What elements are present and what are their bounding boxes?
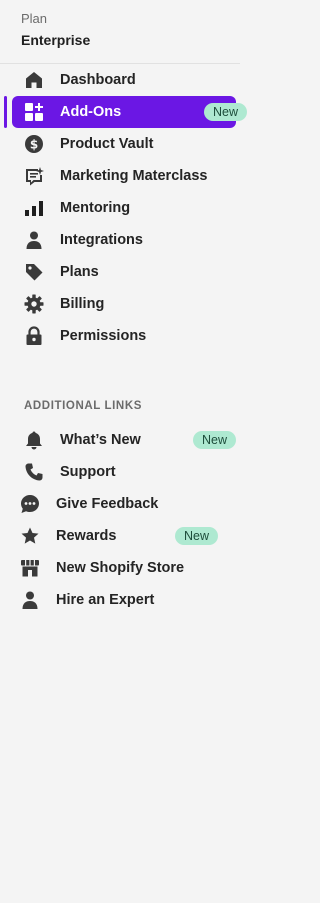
sidebar-item-label: Integrations [60, 232, 143, 248]
tag-icon [24, 262, 44, 282]
sidebar-item-label: Add-Ons [60, 104, 122, 120]
plan-label: Plan [21, 11, 48, 26]
new-badge: New [175, 527, 219, 545]
sidebar-item-add-ons[interactable]: Add-Ons New [0, 96, 248, 128]
sidebar-item-billing[interactable]: Billing [0, 288, 240, 320]
speech-bubble-icon [24, 166, 44, 186]
sidebar-item-label: Support [60, 464, 116, 480]
plan-value: Enterprise [21, 32, 91, 48]
signal-bars-icon [24, 198, 44, 218]
sidebar-item-mentoring[interactable]: Mentoring [0, 192, 240, 224]
sidebar-item-label: Marketing Materclass [60, 168, 208, 184]
link-whats-new[interactable]: What’s New New [0, 424, 240, 456]
sidebar-item-label: Rewards [56, 528, 117, 544]
link-give-feedback[interactable]: Give Feedback [0, 488, 240, 520]
sidebar-item-label: Give Feedback [56, 496, 159, 512]
lock-icon [24, 326, 44, 346]
svg-text:$: $ [30, 138, 38, 152]
sidebar-item-product-vault[interactable]: $ Product Vault [0, 128, 240, 160]
home-icon [24, 70, 44, 90]
link-new-shopify-store[interactable]: New Shopify Store [0, 552, 240, 584]
person-icon [24, 230, 44, 250]
sidebar-item-permissions[interactable]: Permissions [0, 320, 240, 352]
sidebar-item-label: Permissions [60, 328, 147, 344]
link-rewards[interactable]: Rewards New [0, 520, 240, 552]
sidebar-item-label: Mentoring [60, 200, 131, 216]
star-icon [20, 526, 40, 546]
sidebar-item-marketing-masterclass[interactable]: Marketing Materclass [0, 160, 240, 192]
gear-icon [24, 294, 44, 314]
link-support[interactable]: Support [0, 456, 240, 488]
sidebar-item-integrations[interactable]: Integrations [0, 224, 240, 256]
link-hire-an-expert[interactable]: Hire an Expert [0, 584, 240, 616]
sidebar-item-plans[interactable]: Plans [0, 256, 240, 288]
chat-icon [20, 494, 40, 514]
new-badge: New [204, 103, 248, 121]
sidebar-item-label: New Shopify Store [56, 560, 185, 576]
dollar-icon: $ [24, 134, 44, 154]
store-icon [20, 558, 40, 578]
person-icon [20, 590, 40, 610]
phone-icon [24, 462, 44, 482]
sidebar-item-label: Hire an Expert [56, 592, 155, 608]
bell-icon [24, 430, 44, 450]
plan-info: Plan Enterprise [21, 10, 90, 50]
add-ons-icon [24, 102, 44, 122]
sidebar-item-label: Dashboard [60, 72, 136, 88]
sidebar-item-label: Billing [60, 296, 105, 312]
new-badge: New [193, 431, 237, 449]
section-title: ADDITIONAL LINKS [24, 400, 142, 412]
sidebar-item-dashboard[interactable]: Dashboard [0, 64, 240, 96]
sidebar-item-label: Product Vault [60, 136, 154, 152]
sidebar-item-label: Plans [60, 264, 99, 280]
sidebar-item-label: What’s New [60, 432, 141, 448]
